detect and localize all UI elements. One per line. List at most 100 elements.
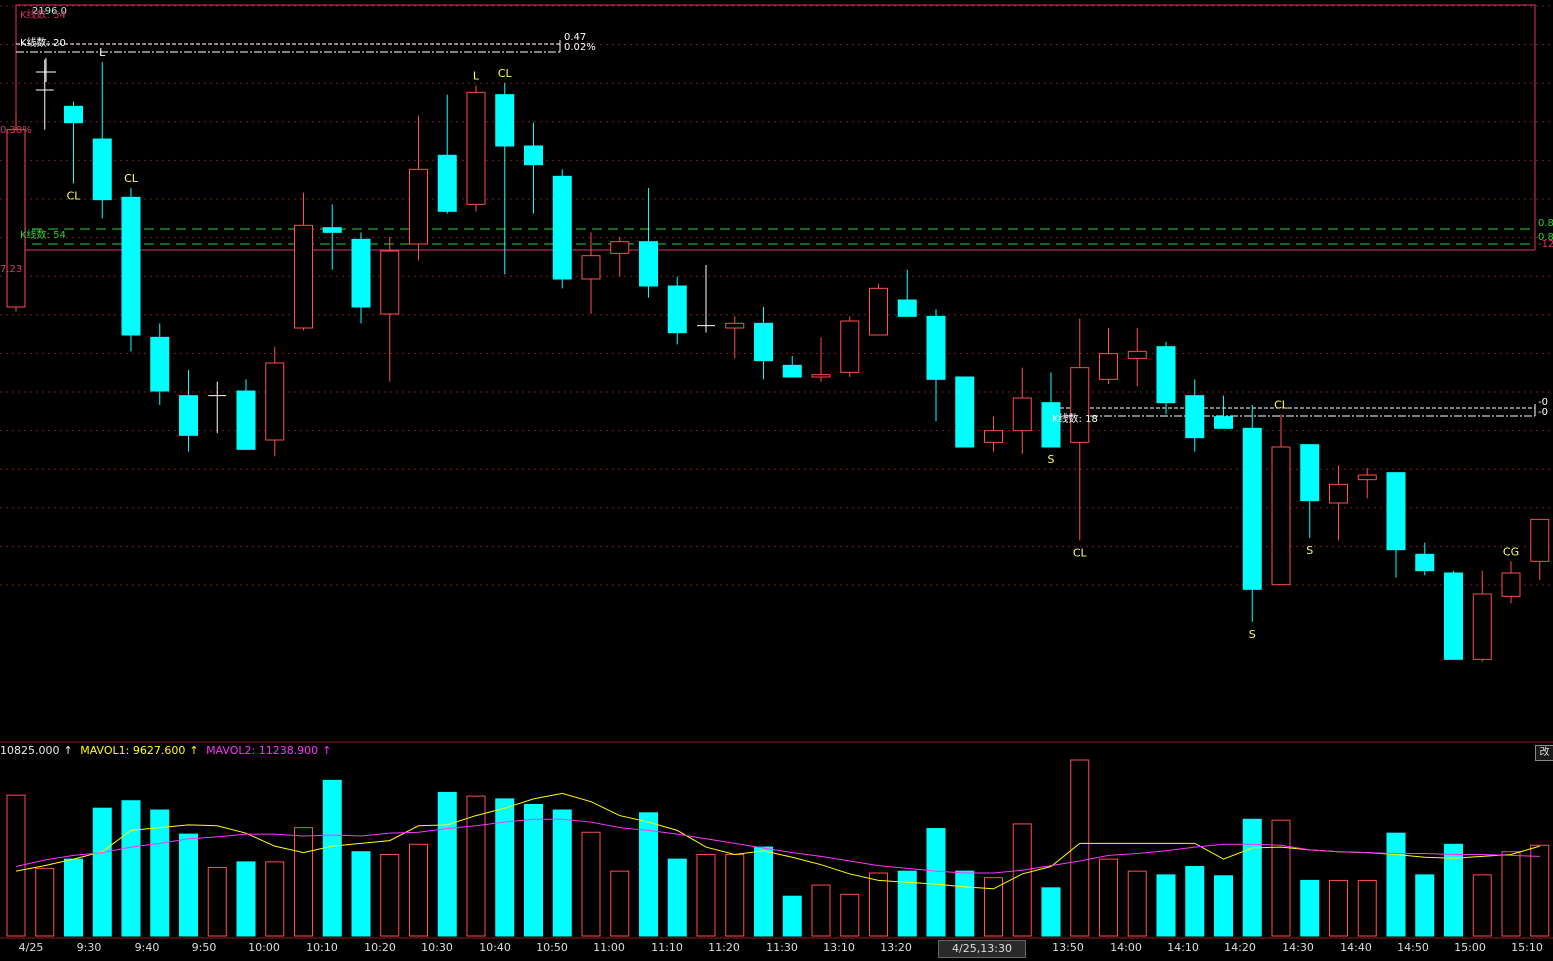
candle-body xyxy=(754,322,773,362)
candle-body xyxy=(667,285,687,334)
candle-body xyxy=(495,94,515,147)
volume-bar xyxy=(1300,879,1320,937)
candle-body xyxy=(1300,444,1320,502)
candle-annotation: S xyxy=(1306,544,1313,557)
candle-body xyxy=(294,224,313,329)
candle-annotation: S xyxy=(1048,453,1055,466)
volume-bar xyxy=(207,866,227,937)
candle-body xyxy=(1127,350,1147,359)
volume-bar xyxy=(236,861,256,937)
x-tick-label: 14:00 xyxy=(1110,941,1142,954)
volume-bar xyxy=(725,853,745,937)
x-tick-label: 9:30 xyxy=(77,941,102,954)
volume-bar xyxy=(92,807,112,937)
candle-body xyxy=(466,91,486,205)
volume-bar xyxy=(495,798,515,937)
candle-body xyxy=(409,168,428,245)
x-tick-label: 13:20 xyxy=(880,941,912,954)
volume-bar xyxy=(1099,858,1118,937)
volume-bar xyxy=(552,809,572,937)
left-price-label: 7.23 xyxy=(0,264,22,275)
box-count-left: K线数: 20 xyxy=(20,36,66,49)
candle-body xyxy=(1386,472,1406,551)
arrow-up-icon: ↑ xyxy=(63,744,73,757)
box-count-top: K线数: 54 xyxy=(20,8,66,21)
kline-terminal: L CL CL L CL CL S S CL S CG 2196.0 K线数: 54 K线数: 20 0.4… xyxy=(0,0,1553,957)
volume-bar xyxy=(754,846,773,937)
candle-body xyxy=(1444,572,1463,660)
time-cursor-label: 4/25,13:30 xyxy=(938,940,1026,958)
candle-annotation: L xyxy=(99,46,106,59)
volume-bar xyxy=(351,851,371,937)
x-tick-label: 10:40 xyxy=(479,941,511,954)
x-tick-label: 14:40 xyxy=(1340,941,1372,954)
candle-body xyxy=(1099,353,1118,380)
x-tick-label: 10:30 xyxy=(421,941,453,954)
x-tick-label: 14:50 xyxy=(1397,941,1429,954)
candle-body xyxy=(1472,593,1492,660)
candle-body xyxy=(1501,572,1521,597)
volume-bar xyxy=(1530,844,1550,937)
candle-body xyxy=(1271,446,1291,586)
volume-bar xyxy=(179,833,198,937)
candle-body xyxy=(179,395,198,436)
change-indicator-button[interactable]: 改 xyxy=(1535,745,1553,761)
candle-body xyxy=(351,238,371,308)
volume-bar xyxy=(64,858,83,937)
candle-body xyxy=(552,175,572,280)
x-tick-label: 11:00 xyxy=(593,941,625,954)
x-tick-label: 10:50 xyxy=(536,941,568,954)
candle-body xyxy=(1530,518,1550,562)
right-red-label: -12 xyxy=(1538,239,1553,250)
volume-bar xyxy=(610,870,630,937)
x-tick-label: 11:20 xyxy=(708,941,740,954)
candle-body xyxy=(524,145,543,166)
volume-bar xyxy=(782,895,802,937)
x-tick-label: 11:30 xyxy=(766,941,798,954)
volume-bar xyxy=(1156,874,1176,937)
volume-value: 10825.000 xyxy=(0,744,60,757)
box-pct: 0.02% xyxy=(564,42,596,53)
volume-bar xyxy=(1041,887,1061,937)
mavol2-label: MAVOL2: 11238.900 xyxy=(206,744,319,757)
candle-annotation: S xyxy=(1249,628,1256,641)
candle-body xyxy=(6,129,26,308)
volume-bar xyxy=(409,843,428,937)
candle-body xyxy=(610,241,630,254)
candle-annotation: CL xyxy=(67,189,82,202)
volume-bar xyxy=(1012,823,1032,937)
candle-annotation: CL xyxy=(498,67,513,80)
candle-body xyxy=(1012,397,1032,432)
box-count-green: K线数: 54 xyxy=(20,228,66,241)
x-tick-label: 14:20 xyxy=(1224,941,1256,954)
volume-bar xyxy=(811,884,831,937)
candle-body xyxy=(782,364,802,378)
volume-bar xyxy=(265,861,285,937)
candle-body xyxy=(380,250,400,315)
volume-bar xyxy=(121,800,141,937)
candle-body xyxy=(1214,416,1233,429)
left-pct-label: 0.38% xyxy=(0,125,32,136)
volume-bar xyxy=(696,853,716,937)
volume-bar xyxy=(1386,832,1406,937)
volume-bar xyxy=(35,867,55,937)
candle-body xyxy=(1156,346,1176,404)
selection-box xyxy=(15,4,1536,251)
x-tick-label: 11:10 xyxy=(651,941,683,954)
volume-bar xyxy=(437,791,457,937)
x-tick-label: 14:30 xyxy=(1282,941,1314,954)
volume-bar xyxy=(1472,874,1492,937)
volume-bar xyxy=(322,779,342,937)
volume-bar xyxy=(1242,818,1262,937)
volume-bar xyxy=(581,831,601,937)
volume-bar xyxy=(294,827,313,937)
candle-body xyxy=(984,430,1003,443)
x-tick-label: 10:00 xyxy=(248,941,280,954)
candle-body xyxy=(955,376,975,448)
candle-body xyxy=(92,138,112,201)
arrow-up-icon: ↑ xyxy=(322,744,332,757)
x-tick-label: 10:10 xyxy=(306,941,338,954)
volume-bar xyxy=(897,870,917,937)
candle-annotation: CL xyxy=(1073,546,1088,559)
price-chart-svg[interactable]: LCLCLL CLCLSSCLS CG2196.0K线数: 54K线数: 200.4… xyxy=(0,0,1553,957)
